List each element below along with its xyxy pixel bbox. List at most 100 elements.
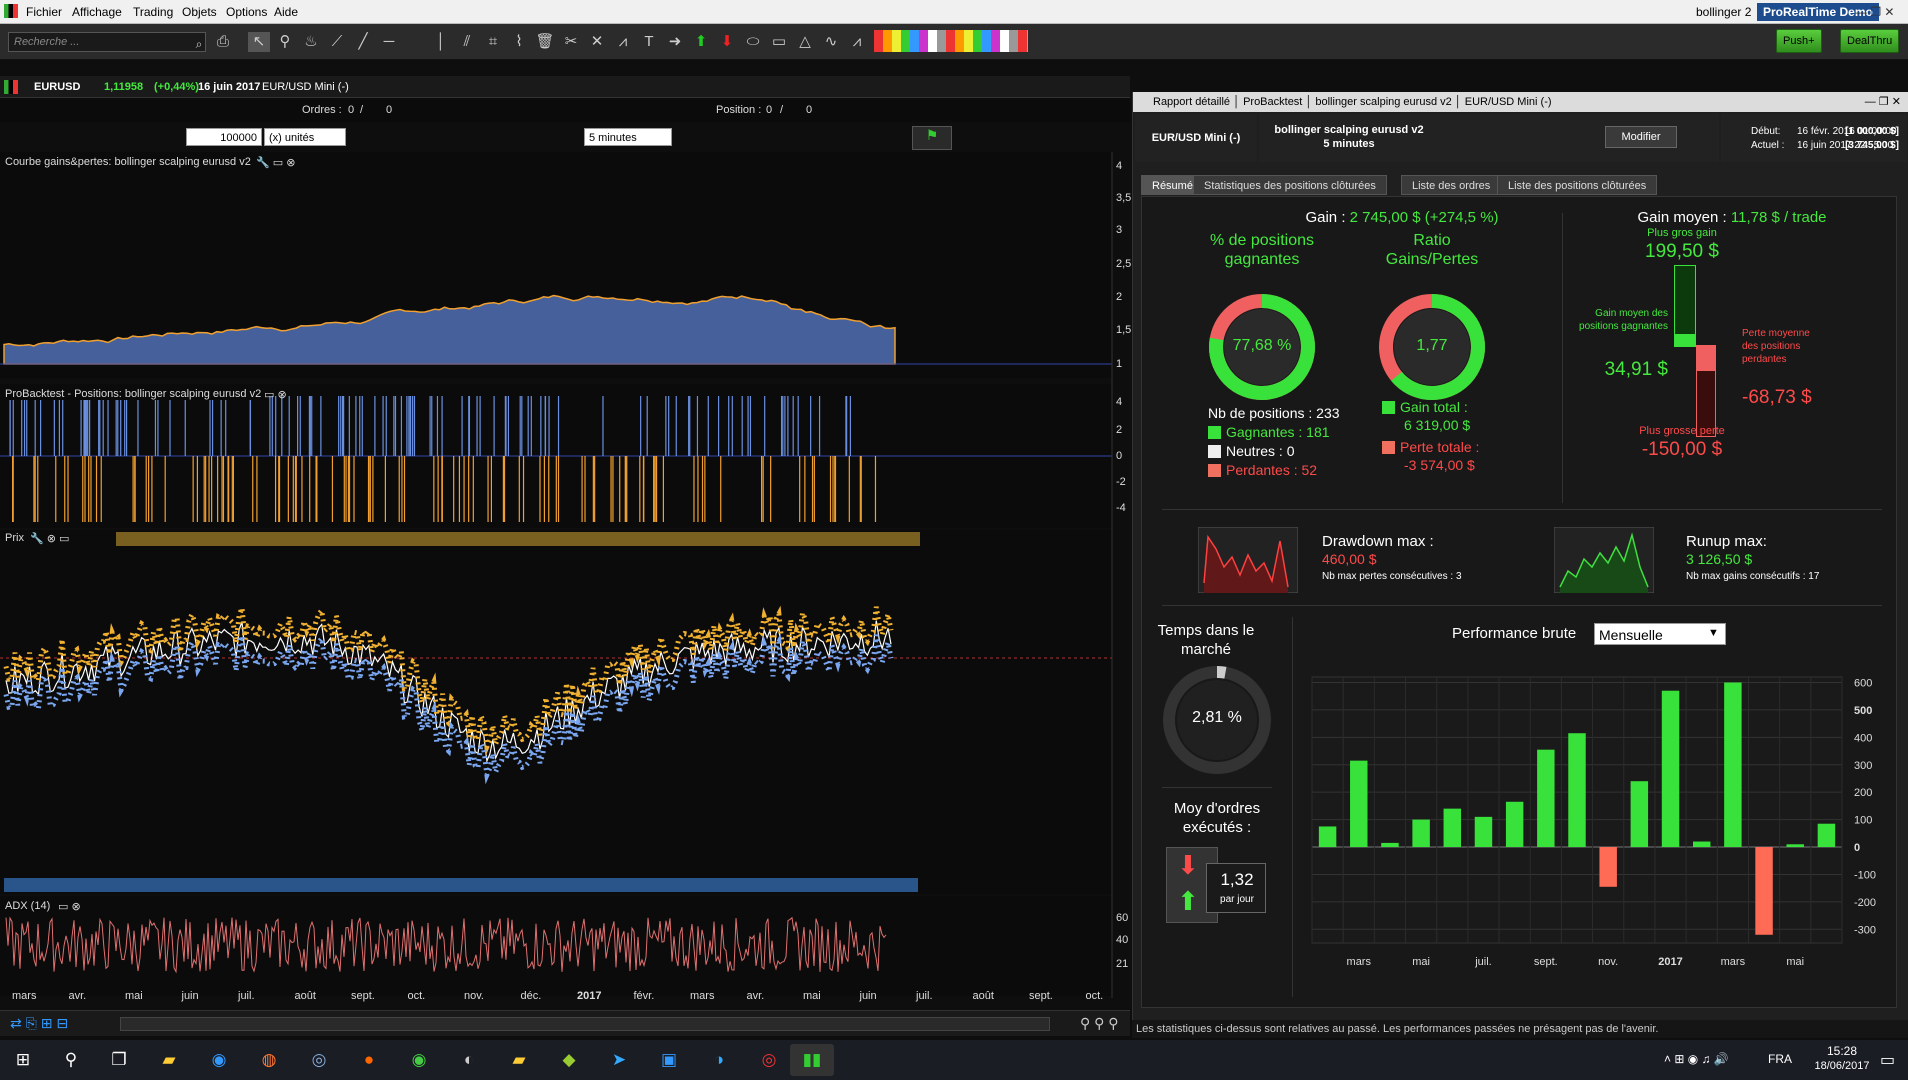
arrow-up-icon[interactable]: ⬆ — [690, 32, 712, 52]
color-palette[interactable] — [874, 30, 1028, 52]
segment-icon[interactable]: ─ — [378, 32, 400, 52]
dealthru-button[interactable]: DealThru — [1840, 29, 1900, 53]
quantity-input[interactable]: 100000 — [186, 128, 262, 146]
modify-button[interactable]: Modifier — [1605, 126, 1677, 148]
telegram-icon[interactable]: ➤ — [606, 1048, 632, 1072]
tab-orders[interactable]: Liste des ordres — [1401, 175, 1502, 195]
panel-tools-icon[interactable]: 🔧 ⊗ ▭ — [30, 532, 69, 545]
notification-icon[interactable]: ▭ — [1880, 1050, 1895, 1070]
instrument-symbol[interactable]: EURUSD — [34, 81, 80, 93]
windows-start-icon[interactable]: ⊞ — [10, 1048, 36, 1072]
trendline-icon[interactable]: ╱ — [352, 32, 374, 52]
menu-objets[interactable]: Objets — [182, 5, 217, 19]
cursor-icon[interactable]: ↖ — [248, 32, 270, 52]
perf-y-tick: 400 — [1854, 732, 1872, 744]
avg-win-label: Gain moyen des positions gagnantes — [1579, 308, 1668, 332]
orders-label: Ordres : — [302, 104, 342, 116]
tools-icon[interactable]: ✂ — [560, 32, 582, 52]
chart-scrollbar[interactable] — [120, 1017, 1050, 1031]
app-icon[interactable]: ◑ — [706, 1048, 732, 1072]
zoom-icon[interactable]: ⚲ — [274, 32, 296, 52]
arrow-right-icon[interactable]: ➜ — [664, 32, 686, 52]
avg-loss-label: Perte moyenne des positions perdantes — [1742, 328, 1810, 365]
tab-closed-positions[interactable]: Liste des positions clôturées — [1497, 175, 1658, 195]
tray-icons[interactable]: ˄ ⊞ ◉ ♫ 🔊 — [1664, 1052, 1729, 1066]
search-icon[interactable]: ⌕ — [188, 34, 210, 54]
rectangle-icon[interactable]: ▭ — [768, 32, 790, 52]
zoom-controls-icon[interactable]: ⚲ ⚲ ⚲ — [1080, 1015, 1119, 1032]
interval-select[interactable]: 5 minutes — [584, 128, 672, 146]
app-icon[interactable]: ◐ — [456, 1048, 482, 1072]
app-icon[interactable]: ◆ — [556, 1048, 582, 1072]
zigzag-icon[interactable]: ⩘ — [846, 32, 868, 52]
panel-tools-icon[interactable]: ▭ ⊗ — [264, 388, 287, 401]
chevron-down-icon[interactable]: ▼ — [1708, 627, 1719, 639]
perf-y-tick: 100 — [1854, 815, 1872, 827]
perf-period-select[interactable]: Mensuelle — [1594, 623, 1726, 645]
app-icon[interactable]: ● — [356, 1048, 382, 1072]
unit-select[interactable]: (x) unités — [264, 128, 346, 146]
perf-bar — [1817, 823, 1836, 848]
triangle-icon[interactable]: △ — [794, 32, 816, 52]
search-icon[interactable]: ⚲ — [58, 1048, 84, 1072]
vertical-line-icon[interactable]: │ — [430, 32, 452, 52]
pattern-icon[interactable]: ⌇ — [508, 32, 530, 52]
drawdown-value: 460,00 $ — [1322, 551, 1377, 567]
perf-y-tick: 200 — [1854, 787, 1872, 799]
perf-x-tick: nov. — [1598, 956, 1618, 968]
file-explorer-icon[interactable]: ▰ — [156, 1048, 182, 1072]
menu-fichier[interactable]: Fichier — [26, 5, 62, 19]
push-button[interactable]: Push+ — [1776, 29, 1822, 53]
browser-icon[interactable]: ◉ — [206, 1048, 232, 1072]
panel-tools-icon[interactable]: ▭ ⊗ — [58, 900, 81, 913]
window-controls-icon[interactable]: — ❐ ✕ — [1855, 5, 1894, 19]
perf-y-tick: -300 — [1854, 924, 1876, 936]
alert-icon[interactable]: ♨ — [300, 32, 322, 52]
tab-stats[interactable]: Statistiques des positions clôturées — [1193, 175, 1387, 195]
fibonacci-icon[interactable]: ⌗ — [482, 32, 504, 52]
chart-area[interactable] — [0, 152, 1130, 1020]
ruler-icon[interactable]: ⟋ — [326, 32, 348, 52]
app-icon[interactable]: ▣ — [656, 1048, 682, 1072]
firefox-icon[interactable]: ◍ — [256, 1048, 282, 1072]
menu-trading[interactable]: Trading — [133, 5, 173, 19]
report-dates: Début: 16 févr. 2016 01:00:00 [1 000,00 … — [1721, 114, 1907, 162]
nb-positions: Nb de positions : 233 — [1208, 405, 1340, 421]
trash-icon[interactable]: 🗑 — [534, 32, 556, 52]
menu-aide[interactable]: Aide — [274, 5, 298, 19]
time-market-value: 2,81 % — [1192, 709, 1242, 726]
task-view-icon[interactable]: ❐ — [106, 1048, 132, 1072]
instrument-price: 1,11958 — [104, 81, 144, 93]
language-indicator[interactable]: FRA — [1768, 1052, 1792, 1066]
clock-time[interactable]: 15:28 — [1818, 1044, 1866, 1058]
channel-icon[interactable]: ⫽ — [456, 32, 478, 52]
chrome-icon[interactable]: ◉ — [406, 1048, 432, 1072]
clock-date[interactable]: 18/06/2017 — [1812, 1060, 1872, 1072]
perf-bar — [1568, 733, 1586, 848]
cross-icon[interactable]: ✕ — [586, 32, 608, 52]
steam-icon[interactable]: ◎ — [306, 1048, 332, 1072]
toolbar: Recherche ... ⌕ ⎙ ↖ ⚲ ♨ ⟋ ╱ ─ │ ⫽ ⌗ ⌇ 🗑 … — [0, 24, 1908, 60]
menu-affichage[interactable]: Affichage — [72, 5, 122, 19]
prorealtime-taskbar-icon[interactable]: ▮▮ — [790, 1044, 834, 1076]
screenshot-icon[interactable]: ⎙ — [212, 32, 234, 52]
perf-bar — [1412, 819, 1430, 848]
window-controls-icon[interactable]: — ❐ ✕ — [1865, 92, 1901, 112]
folder-icon[interactable]: ▰ — [506, 1048, 532, 1072]
perf-label: Performance brute — [1452, 625, 1577, 642]
chart-tools-icon[interactable]: ⇄ ⎘ ⊞ ⊟ — [10, 1015, 68, 1032]
x-axis-labels: mars avr. mai juin juil. août sept. oct. nov. déc… — [0, 990, 1112, 1004]
panel-tools-icon[interactable]: 🔧 ▭ ⊗ — [256, 156, 295, 169]
menu-options[interactable]: Options — [226, 5, 267, 19]
arrow-down-icon[interactable]: ⬇ — [716, 32, 738, 52]
search-input[interactable]: Recherche ... — [8, 32, 206, 52]
wave-icon[interactable]: ∿ — [820, 32, 842, 52]
perf-bar — [1443, 808, 1462, 848]
app-icon[interactable]: ◎ — [756, 1048, 782, 1072]
perf-bar — [1350, 760, 1368, 848]
backtest-icon[interactable]: ⚑ — [912, 126, 952, 150]
ratio-label: Ratio Gains/Pertes — [1385, 232, 1479, 268]
text-icon[interactable]: T — [638, 32, 660, 52]
ellipse-icon[interactable]: ⬭ — [742, 32, 764, 52]
fan-icon[interactable]: ⩘ — [612, 32, 634, 52]
